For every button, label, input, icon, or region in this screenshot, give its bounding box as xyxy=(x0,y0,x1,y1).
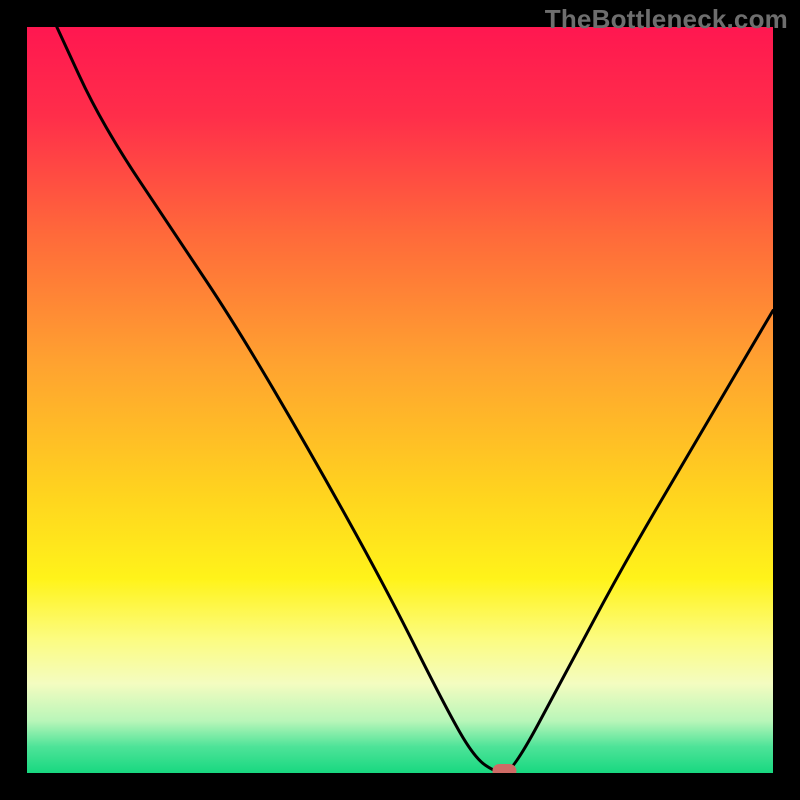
gradient-background xyxy=(27,27,773,773)
optimum-marker xyxy=(492,764,516,773)
watermark-text: TheBottleneck.com xyxy=(545,4,788,35)
chart-frame: TheBottleneck.com xyxy=(0,0,800,800)
plot-area xyxy=(27,27,773,773)
plot-svg xyxy=(27,27,773,773)
